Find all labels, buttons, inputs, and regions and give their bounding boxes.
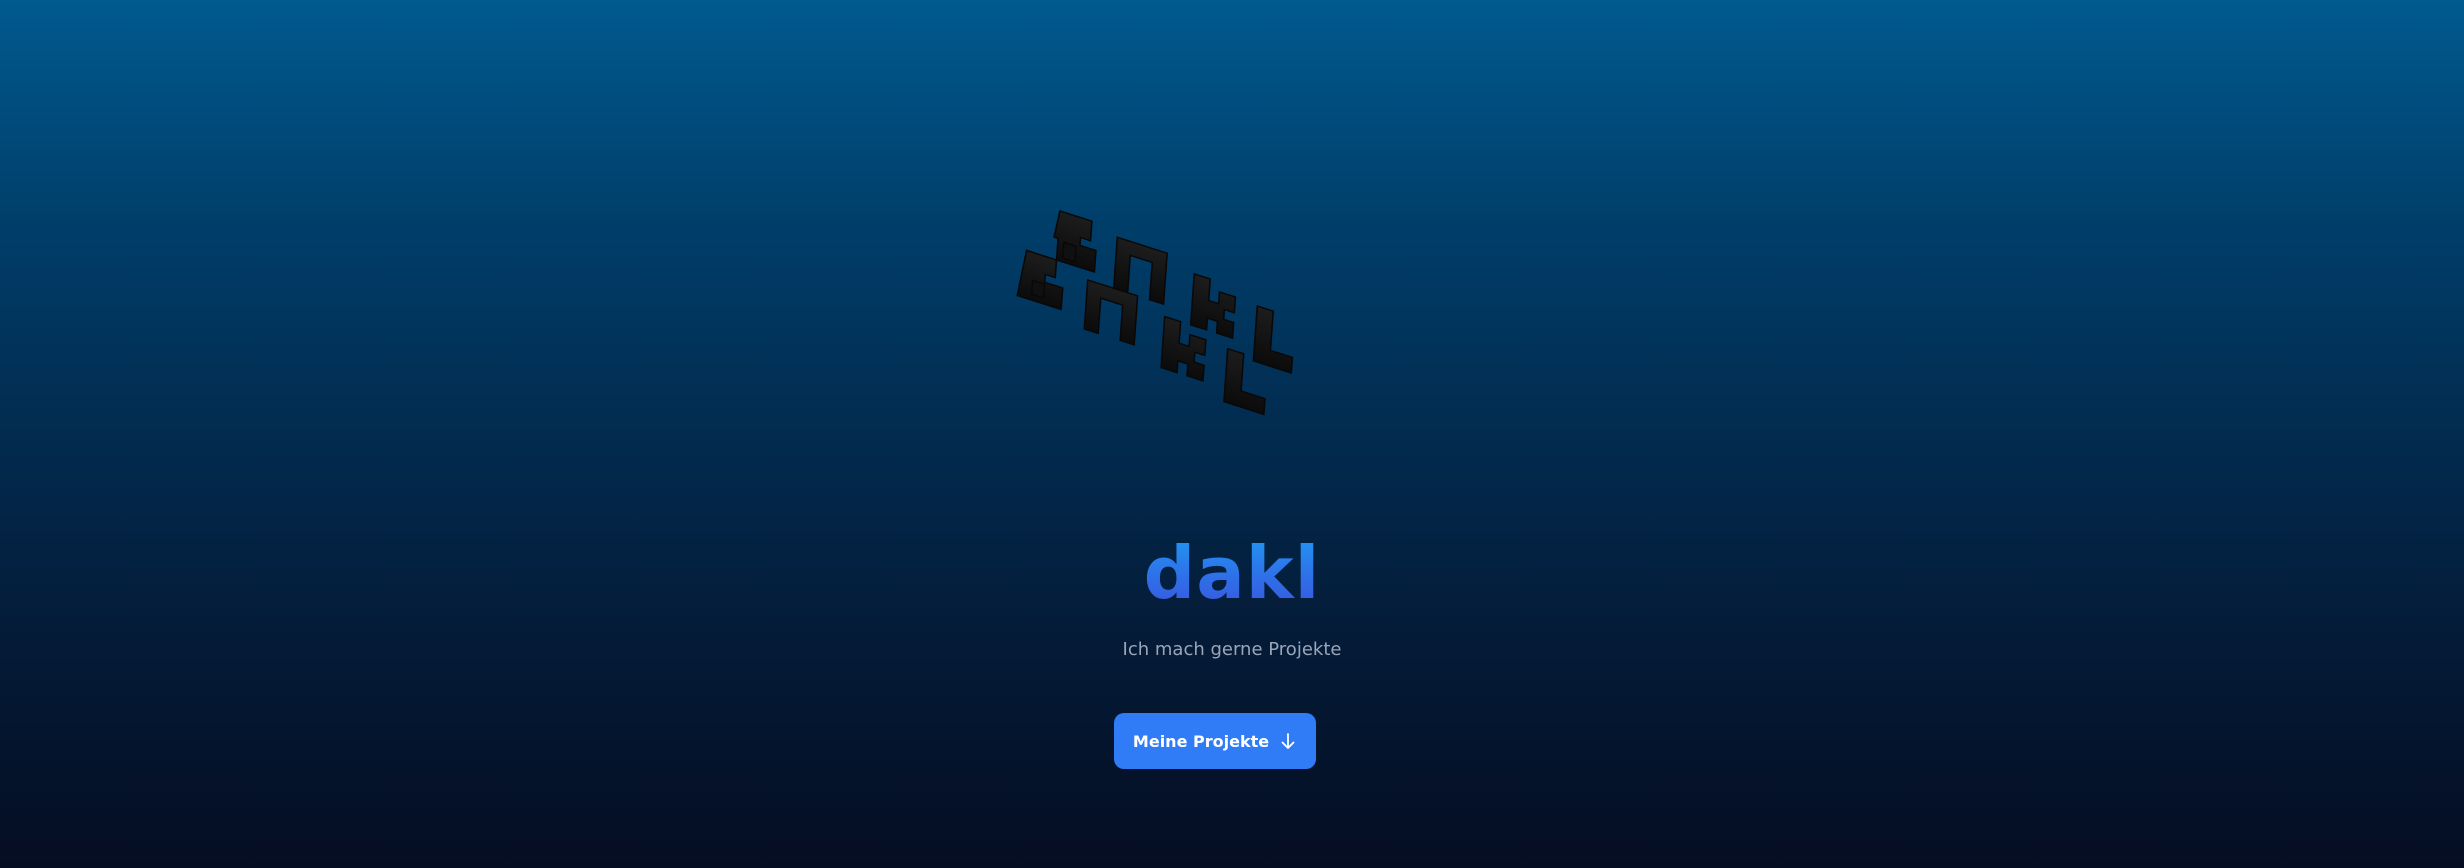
dakl-3d-logo-icon: [1016, 210, 1294, 416]
arrow-down-icon: [1279, 731, 1297, 751]
hero-section: dakl Ich mach gerne Projekte Meine Proje…: [0, 0, 2464, 868]
my-projects-button-label: Meine Projekte: [1132, 731, 1270, 751]
my-projects-button[interactable]: Meine Projekte: [1114, 713, 1316, 769]
hero-tagline: Ich mach gerne Projekte: [1122, 639, 1342, 660]
brand-title: dakl: [0, 525, 2464, 621]
